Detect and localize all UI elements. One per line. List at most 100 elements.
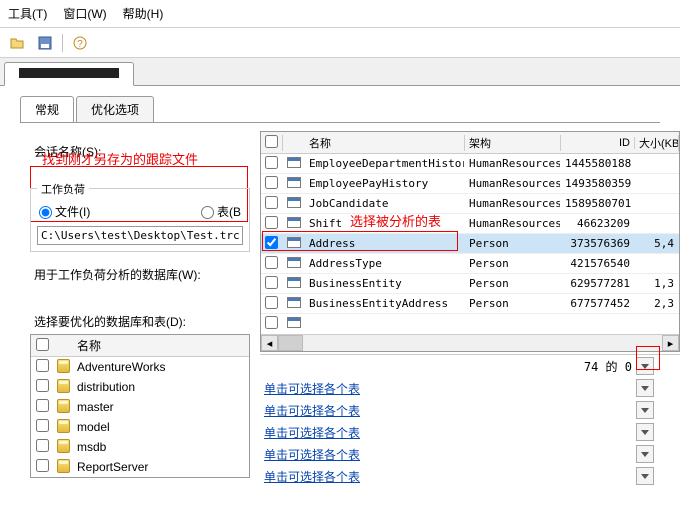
table-icon	[287, 277, 301, 288]
table-row-partial[interactable]	[261, 314, 679, 334]
table-row[interactable]: JobCandidateHumanResources1589580701	[261, 194, 679, 214]
save-icon[interactable]	[34, 32, 56, 54]
db-row-checkbox[interactable]	[36, 439, 49, 452]
help-icon[interactable]: ?	[69, 32, 91, 54]
table-icon	[287, 157, 301, 168]
select-db-tables-label: 选择要优化的数据库和表(D):	[30, 285, 250, 332]
select-dropdown[interactable]	[636, 379, 654, 397]
inner-tab-row: 常规 优化选项	[20, 96, 660, 123]
database-list: 名称 AdventureWorks distribution master mo…	[30, 334, 250, 478]
h-scrollbar[interactable]: ◂ ▸	[261, 334, 679, 351]
count-dropdown[interactable]	[636, 357, 654, 375]
table-row-checkbox[interactable]	[265, 256, 278, 269]
col-id[interactable]: ID	[561, 137, 635, 149]
db-header-checkbox[interactable]	[36, 338, 49, 351]
table-icon	[287, 197, 301, 208]
cell-schema: HumanResources	[465, 217, 561, 230]
table-row-checkbox[interactable]	[265, 176, 278, 189]
db-row-checkbox[interactable]	[36, 459, 49, 472]
db-row-checkbox[interactable]	[36, 359, 49, 372]
cell-name: BusinessEntity	[305, 277, 465, 290]
chevron-down-icon	[641, 452, 649, 457]
open-icon[interactable]	[6, 32, 28, 54]
table-header-checkbox[interactable]	[265, 135, 278, 148]
file-path-input[interactable]	[37, 226, 243, 245]
table-row[interactable]: BusinessEntityPerson6295772811,3	[261, 274, 679, 294]
radio-table-input[interactable]	[201, 206, 214, 219]
db-row-checkbox[interactable]	[36, 379, 49, 392]
scroll-left-icon[interactable]: ◂	[261, 335, 278, 351]
table-row-checkbox[interactable]	[265, 236, 278, 249]
radio-file-input[interactable]	[39, 206, 52, 219]
scroll-right-icon[interactable]: ▸	[662, 335, 679, 351]
table-row-checkbox[interactable]	[265, 276, 278, 289]
database-icon	[57, 419, 70, 433]
cell-name: Address	[305, 237, 465, 250]
cell-id: 1589580701	[561, 197, 635, 210]
table-icon	[287, 237, 301, 248]
col-name[interactable]: 名称	[305, 135, 465, 151]
cell-id: 421576540	[561, 257, 635, 270]
db-row-checkbox[interactable]	[36, 399, 49, 412]
table-icon	[287, 177, 301, 188]
select-dropdown[interactable]	[636, 423, 654, 441]
chevron-down-icon	[641, 408, 649, 413]
table-row[interactable]: AddressTypePerson421576540	[261, 254, 679, 274]
table-selection-list: 74 的 0 单击可选择各个表 单击可选择各个表 单击可选择各个表 单击可选择各…	[260, 354, 680, 487]
scroll-thumb[interactable]	[278, 335, 303, 351]
select-tables-link[interactable]: 单击可选择各个表	[264, 448, 360, 462]
radio-table[interactable]: 表(B	[201, 203, 241, 220]
db-header-name: 名称	[73, 337, 249, 354]
database-icon	[57, 459, 70, 473]
table-row-checkbox[interactable]	[265, 216, 278, 229]
db-row-name: model	[73, 420, 249, 434]
cell-name: EmployeePayHistory	[305, 177, 465, 190]
cell-schema: HumanResources	[465, 177, 561, 190]
table-icon	[287, 317, 301, 328]
db-row-checkbox[interactable]	[36, 419, 49, 432]
toolbar: ?	[0, 28, 680, 58]
select-tables-link[interactable]: 单击可选择各个表	[264, 426, 360, 440]
cell-schema: HumanResources	[465, 197, 561, 210]
select-dropdown[interactable]	[636, 467, 654, 485]
document-tab[interactable]	[4, 62, 134, 86]
menu-help[interactable]: 帮助(H)	[123, 5, 164, 22]
table-row[interactable]: EmployeeDepartmentHistoryHumanResources1…	[261, 154, 679, 174]
select-tables-link[interactable]: 单击可选择各个表	[264, 470, 360, 484]
cell-schema: Person	[465, 257, 561, 270]
menu-window[interactable]: 窗口(W)	[63, 5, 106, 22]
select-dropdown[interactable]	[636, 401, 654, 419]
select-tables-link[interactable]: 单击可选择各个表	[264, 404, 360, 418]
table-row-checkbox[interactable]	[265, 316, 278, 329]
select-dropdown[interactable]	[636, 445, 654, 463]
table-row[interactable]: ShiftHumanResources46623209	[261, 214, 679, 234]
cell-schema: HumanResources	[465, 157, 561, 170]
cell-name: JobCandidate	[305, 197, 465, 210]
table-row-checkbox[interactable]	[265, 156, 278, 169]
database-icon	[57, 379, 70, 393]
redacted-tab-title	[19, 68, 119, 78]
table-row[interactable]: BusinessEntityAddressPerson6775774522,3	[261, 294, 679, 314]
cell-schema: Person	[465, 297, 561, 310]
select-tables-link[interactable]: 单击可选择各个表	[264, 382, 360, 396]
count-label: 74 的 0	[260, 358, 632, 375]
cell-id: 1493580359	[561, 177, 635, 190]
cell-name: BusinessEntityAddress	[305, 297, 465, 310]
svg-text:?: ?	[77, 39, 83, 50]
radio-file[interactable]: 文件(I)	[39, 203, 90, 220]
col-size[interactable]: 大小(KB	[635, 135, 679, 151]
table-header-row: 名称 架构 ID 大小(KB	[261, 132, 679, 154]
cell-size: 5,4	[635, 237, 679, 250]
menu-tools[interactable]: 工具(T)	[8, 5, 47, 22]
tab-optimize[interactable]: 优化选项	[76, 96, 154, 122]
table-row[interactable]: EmployeePayHistoryHumanResources14935803…	[261, 174, 679, 194]
table-row-checkbox[interactable]	[265, 296, 278, 309]
cell-name: EmployeeDepartmentHistory	[305, 157, 465, 170]
tab-general[interactable]: 常规	[20, 96, 74, 122]
cell-schema: Person	[465, 277, 561, 290]
table-row-checkbox[interactable]	[265, 196, 278, 209]
col-schema[interactable]: 架构	[465, 135, 561, 151]
table-row[interactable]: AddressPerson3735763695,4	[261, 234, 679, 254]
cell-id: 46623209	[561, 217, 635, 230]
cell-id: 677577452	[561, 297, 635, 310]
